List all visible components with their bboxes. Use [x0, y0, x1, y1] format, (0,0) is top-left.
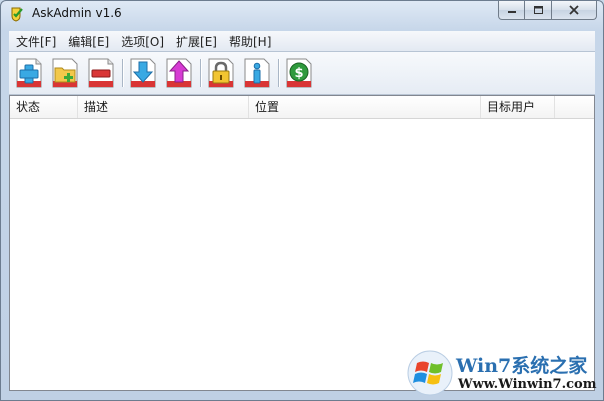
window-title: AskAdmin v1.6	[32, 6, 122, 20]
watermark-site-name: Win7系统之家	[456, 355, 588, 377]
title-bar[interactable]: AskAdmin v1.6	[1, 1, 603, 27]
menu-edit[interactable]: 编辑[E]	[63, 33, 114, 50]
add-button[interactable]	[13, 57, 45, 89]
column-filler	[555, 96, 594, 118]
watermark-url: Www.Winwin7.com	[458, 377, 597, 392]
minimize-icon	[507, 11, 516, 13]
donate-button[interactable]: $	[283, 57, 315, 89]
column-location[interactable]: 位置	[249, 96, 481, 118]
app-shield-icon	[11, 7, 23, 22]
close-button[interactable]	[552, 1, 597, 20]
toolbar: $	[9, 52, 595, 95]
column-description[interactable]: 描述	[78, 96, 249, 118]
lock-icon	[208, 58, 234, 88]
maximize-button[interactable]	[525, 1, 552, 20]
lock-button[interactable]	[205, 57, 237, 89]
upload-button[interactable]	[163, 57, 195, 89]
toolbar-separator	[200, 59, 201, 87]
dollar-icon: $	[286, 58, 312, 88]
menu-bar: 文件[F] 编辑[E] 选项[O] 扩展[E] 帮助[H]	[9, 31, 595, 52]
remove-icon	[88, 58, 114, 88]
minimize-button[interactable]	[498, 1, 525, 20]
column-status[interactable]: 状态	[10, 96, 78, 118]
watermark: Win7系统之家 Www.Winwin7.com	[406, 347, 602, 399]
remove-button[interactable]	[85, 57, 117, 89]
toolbar-separator	[122, 59, 123, 87]
svg-text:$: $	[294, 66, 303, 81]
add-folder-button[interactable]	[49, 57, 81, 89]
windows-logo-icon	[407, 350, 453, 396]
download-button[interactable]	[127, 57, 159, 89]
info-button[interactable]	[241, 57, 273, 89]
info-icon	[244, 58, 270, 88]
menu-help[interactable]: 帮助[H]	[224, 33, 276, 50]
menu-extensions[interactable]: 扩展[E]	[171, 33, 222, 50]
maximize-icon	[533, 6, 543, 14]
caption-buttons	[498, 1, 597, 20]
column-target-user[interactable]: 目标用户	[481, 96, 555, 118]
download-icon	[130, 58, 156, 88]
menu-file[interactable]: 文件[F]	[11, 33, 61, 50]
upload-icon	[166, 58, 192, 88]
add-icon	[16, 58, 42, 88]
app-window: AskAdmin v1.6 文件[F] 编辑[E] 选项[O] 扩展[E] 帮助…	[0, 0, 604, 401]
menu-options[interactable]: 选项[O]	[116, 33, 169, 50]
list-header: 状态 描述 位置 目标用户	[10, 96, 594, 119]
add-folder-icon	[52, 58, 78, 88]
close-icon	[569, 5, 579, 15]
toolbar-separator	[278, 59, 279, 87]
